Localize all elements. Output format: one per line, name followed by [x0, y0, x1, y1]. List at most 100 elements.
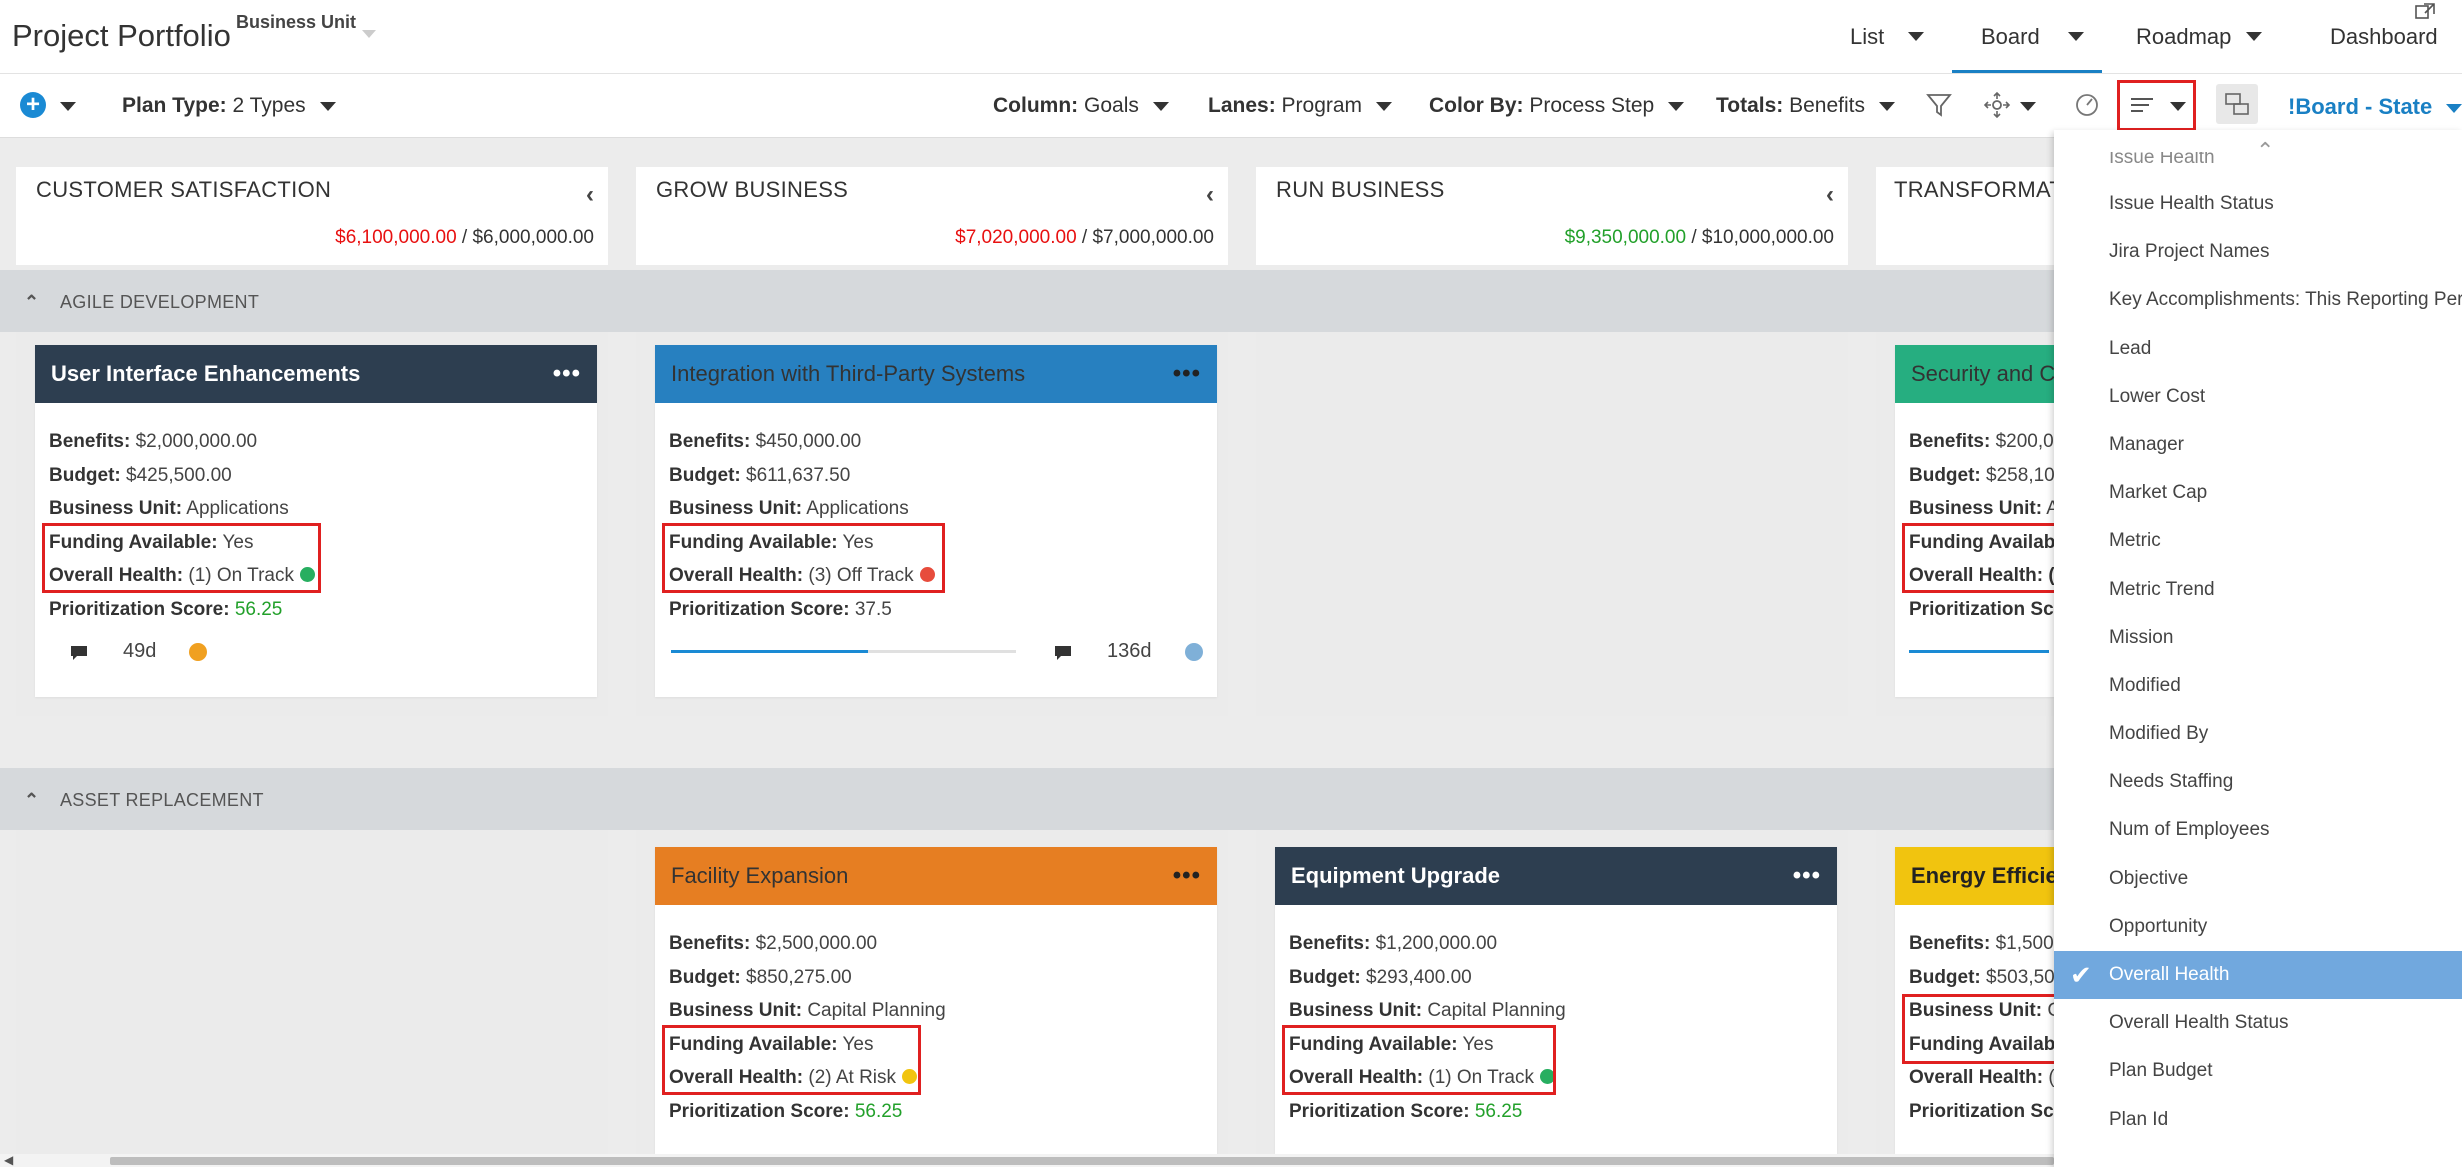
field-business-unit: Business Unit: Applications	[49, 492, 583, 526]
totals-caret-icon[interactable]	[1879, 101, 1896, 111]
tab-roadmap[interactable]: Roadmap	[2136, 24, 2231, 50]
dropdown-item[interactable]: ✔ Overall Health	[2054, 951, 2462, 1000]
field-value: $258,10	[1986, 464, 2054, 486]
field-value: 56.25	[854, 1100, 903, 1122]
move-caret-icon[interactable]	[2020, 102, 2036, 111]
field-business-unit: Business Unit: Capital Planning	[1289, 994, 1823, 1028]
dropdown-item[interactable]: Issue Health	[2054, 152, 2462, 180]
horizontal-scrollbar[interactable]: ◀	[0, 1153, 2054, 1167]
card-title[interactable]: Energy Efficien	[1911, 863, 2054, 889]
view-caret-icon[interactable]	[2446, 103, 2462, 113]
card-header[interactable]: User Interface Enhancements •••	[35, 345, 597, 403]
card-header[interactable]: Integration with Third-Party Systems •••	[655, 345, 1217, 403]
business-unit-selector[interactable]: Business Unit	[236, 12, 356, 33]
card-header[interactable]: Security and C	[1895, 345, 2054, 403]
dropdown-item[interactable]: Jira Project Names	[2054, 228, 2462, 276]
card-title[interactable]: Facility Expansion	[671, 863, 848, 889]
scroll-left-icon[interactable]: ◀	[4, 1153, 13, 1167]
view-selector[interactable]: !Board - State	[2288, 94, 2462, 120]
dropdown-item[interactable]: Metric Trend	[2054, 566, 2462, 614]
dropdown-item[interactable]: Num of Employees	[2054, 806, 2462, 854]
dropdown-item[interactable]: Needs Staffing	[2054, 758, 2462, 806]
dropdown-item[interactable]: Plan Budget	[2054, 1047, 2462, 1095]
tab-board[interactable]: Board	[1981, 24, 2040, 50]
collapse-column-icon[interactable]: ‹	[1826, 181, 1834, 209]
dropdown-item[interactable]: Lead	[2054, 325, 2462, 373]
card-menu-icon[interactable]: •••	[1793, 862, 1821, 890]
field-budget: Budget: $258,10	[1909, 459, 2054, 493]
dropdown-item-label: Num of Employees	[2109, 819, 2270, 841]
business-unit-caret-icon[interactable]	[362, 30, 376, 38]
add-caret-icon[interactable]	[60, 102, 76, 111]
card-fields-caret-icon[interactable]	[2170, 102, 2186, 111]
dropdown-item[interactable]: Objective	[2054, 855, 2462, 903]
card-menu-icon[interactable]: •••	[1173, 862, 1201, 890]
card-header[interactable]: Energy Efficien	[1895, 847, 2054, 905]
totals-selector[interactable]: Totals: Benefits	[1716, 94, 1896, 118]
project-card[interactable]: Integration with Third-Party Systems •••…	[655, 345, 1217, 697]
project-card[interactable]: Security and C Benefits: $200,00 Budget:…	[1895, 345, 2054, 697]
card-title[interactable]: Equipment Upgrade	[1291, 863, 1500, 889]
color-by-selector[interactable]: Color By: Process Step	[1429, 94, 1685, 118]
expand-icon[interactable]	[2414, 2, 2438, 22]
board-layout-icon[interactable]	[2216, 84, 2258, 124]
card-menu-icon[interactable]: •••	[1173, 360, 1201, 388]
plan-type-caret-icon[interactable]	[319, 101, 336, 111]
collapse-column-icon[interactable]: ‹	[1206, 181, 1214, 209]
project-card[interactable]: User Interface Enhancements ••• Benefits…	[35, 345, 597, 697]
card-header[interactable]: Facility Expansion •••	[655, 847, 1217, 905]
field-value: $293,400.00	[1366, 966, 1472, 988]
field-value: 56.25	[1474, 1100, 1523, 1122]
filter-icon[interactable]	[1924, 90, 1954, 120]
gauge-icon[interactable]	[2072, 90, 2102, 120]
collapse-column-icon[interactable]: ‹	[586, 181, 594, 209]
column-caret-icon[interactable]	[1152, 101, 1169, 111]
column-selector[interactable]: Column: Goals	[993, 94, 1169, 118]
dropdown-item-label: Lead	[2109, 337, 2152, 359]
dropdown-item[interactable]: Market Cap	[2054, 469, 2462, 517]
tab-list[interactable]: List	[1850, 24, 1884, 50]
dropdown-item-label: Metric Trend	[2109, 578, 2215, 600]
dropdown-item[interactable]: Modified	[2054, 662, 2462, 710]
comment-icon[interactable]	[1053, 644, 1073, 662]
dropdown-item[interactable]: Plan Id	[2054, 1096, 2462, 1144]
card-header[interactable]: Equipment Upgrade •••	[1275, 847, 1837, 905]
column-totals: $7,020,000.00 / $7,000,000.00	[955, 227, 1214, 249]
dropdown-item[interactable]: Issue Health Status	[2054, 180, 2462, 228]
color-by-caret-icon[interactable]	[1668, 101, 1685, 111]
tab-board-caret-icon[interactable]	[2068, 32, 2084, 41]
plan-type-selector[interactable]: Plan Type: 2 Types	[122, 94, 336, 118]
comment-icon[interactable]	[69, 644, 89, 662]
project-card[interactable]: Facility Expansion ••• Benefits: $2,500,…	[655, 847, 1217, 1154]
dropdown-item[interactable]: Lower Cost	[2054, 373, 2462, 421]
card-title[interactable]: User Interface Enhancements	[51, 361, 360, 387]
dropdown-item-label: Key Accomplishments: This Reporting Peri…	[2109, 289, 2462, 311]
dropdown-item-label: Modified	[2109, 674, 2181, 696]
dropdown-item[interactable]: Modified By	[2054, 710, 2462, 758]
field-score: Prioritization Score: 56.25	[669, 1095, 1203, 1129]
lane-cell	[1256, 332, 1848, 716]
field-budget: Budget: $293,400.00	[1289, 961, 1823, 995]
scrollbar-thumb[interactable]	[110, 1157, 2054, 1165]
card-fields-icon[interactable]	[2128, 90, 2158, 120]
lanes-caret-icon[interactable]	[1376, 101, 1393, 111]
tab-roadmap-caret-icon[interactable]	[2246, 32, 2262, 41]
dropdown-item[interactable]: Overall Health Status	[2054, 999, 2462, 1047]
collapse-lane-icon[interactable]: ⌃	[24, 790, 39, 811]
dropdown-item[interactable]: Key Accomplishments: This Reporting Peri…	[2054, 276, 2462, 324]
tab-dashboard[interactable]: Dashboard	[2330, 24, 2438, 50]
dropdown-item[interactable]: Mission	[2054, 614, 2462, 662]
tab-list-caret-icon[interactable]	[1908, 32, 1924, 41]
add-icon[interactable]: +	[20, 92, 46, 118]
lanes-selector[interactable]: Lanes: Program	[1208, 94, 1393, 118]
project-card[interactable]: Equipment Upgrade ••• Benefits: $1,200,0…	[1275, 847, 1837, 1154]
highlight-box	[1282, 1025, 1556, 1095]
move-icon[interactable]	[1982, 90, 2012, 120]
card-menu-icon[interactable]: •••	[553, 360, 581, 388]
dropdown-item[interactable]: Metric	[2054, 517, 2462, 565]
collapse-lane-icon[interactable]: ⌃	[24, 292, 39, 313]
card-title[interactable]: Security and C	[1911, 361, 2054, 387]
dropdown-item[interactable]: Opportunity	[2054, 903, 2462, 951]
dropdown-item[interactable]: Manager	[2054, 421, 2462, 469]
card-title[interactable]: Integration with Third-Party Systems	[671, 361, 1025, 387]
